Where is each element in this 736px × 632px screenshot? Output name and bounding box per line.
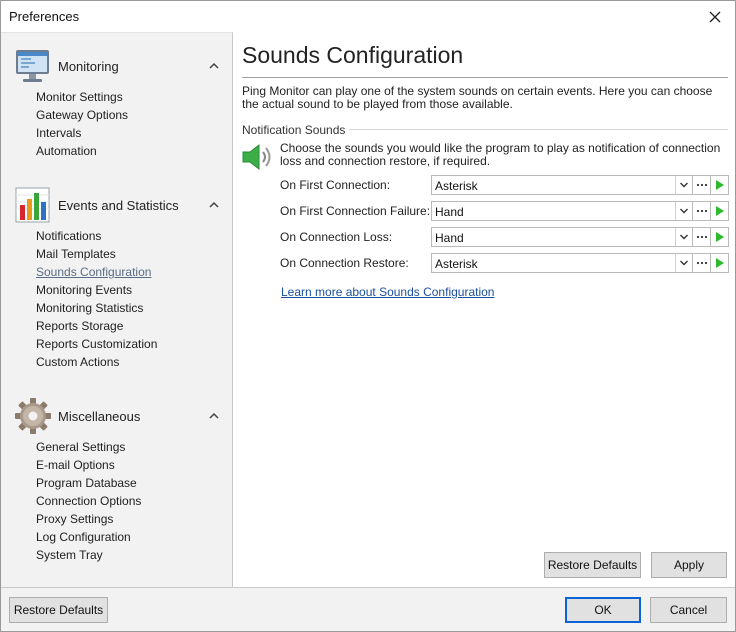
sidebar-item-email-options[interactable]: E-mail Options bbox=[36, 456, 141, 474]
section-label: Notification Sounds bbox=[242, 123, 346, 137]
sidebar-item-reports-storage[interactable]: Reports Storage bbox=[36, 317, 157, 335]
apply-button[interactable]: Apply bbox=[651, 552, 727, 578]
row-label: On First Connection Failure: bbox=[280, 204, 431, 218]
sound-row-connection-restore: On Connection Restore: Asterisk bbox=[280, 253, 729, 274]
sidebar-item-automation[interactable]: Automation bbox=[36, 142, 128, 160]
chevron-up-icon[interactable] bbox=[207, 409, 221, 423]
sidebar-item-monitoring-statistics[interactable]: Monitoring Statistics bbox=[36, 299, 157, 317]
sidebar-item-log-configuration[interactable]: Log Configuration bbox=[36, 528, 141, 546]
close-icon[interactable] bbox=[695, 1, 735, 32]
title-divider bbox=[242, 77, 728, 78]
restore-defaults-button[interactable]: Restore Defaults bbox=[9, 597, 108, 623]
bar-chart-icon bbox=[15, 187, 50, 223]
sidebar-item-notifications[interactable]: Notifications bbox=[36, 227, 157, 245]
page-title: Sounds Configuration bbox=[242, 42, 464, 68]
sidebar-item-program-database[interactable]: Program Database bbox=[36, 474, 141, 492]
title-bar: Preferences bbox=[1, 1, 735, 32]
preferences-window: Preferences Monitoring Monitor Settings … bbox=[0, 0, 736, 632]
dialog-footer: Restore Defaults OK Cancel bbox=[1, 587, 735, 631]
group-label: Monitoring bbox=[58, 58, 119, 74]
section-divider bbox=[349, 129, 728, 130]
chevron-up-icon[interactable] bbox=[207, 198, 221, 212]
sidebar-item-connection-options[interactable]: Connection Options bbox=[36, 492, 141, 510]
row-label: On Connection Restore: bbox=[280, 256, 409, 270]
play-icon[interactable] bbox=[711, 227, 729, 247]
play-icon[interactable] bbox=[711, 201, 729, 221]
restore-defaults-page-button[interactable]: Restore Defaults bbox=[544, 552, 641, 578]
browse-ellipsis-icon[interactable] bbox=[693, 201, 711, 221]
group-events-and-statistics[interactable]: Events and Statistics bbox=[13, 185, 223, 225]
window-title: Preferences bbox=[9, 9, 80, 24]
sidebar: Monitoring Monitor Settings Gateway Opti… bbox=[1, 32, 233, 587]
select-value: Asterisk bbox=[435, 179, 478, 193]
cancel-button[interactable]: Cancel bbox=[650, 597, 727, 623]
intro-text: Ping Monitor can play one of the system … bbox=[242, 84, 713, 111]
sound-select-connection-loss[interactable]: Hand bbox=[431, 227, 693, 247]
group-items-monitoring: Monitor Settings Gateway Options Interva… bbox=[36, 88, 128, 160]
group-monitoring[interactable]: Monitoring bbox=[13, 46, 223, 86]
sound-row-first-connection: On First Connection: Asterisk bbox=[280, 175, 729, 196]
ok-button[interactable]: OK bbox=[565, 597, 641, 623]
learn-more-link[interactable]: Learn more about Sounds Configuration bbox=[281, 285, 494, 299]
description-text: Choose the sounds you would like the pro… bbox=[280, 141, 721, 168]
sidebar-item-mail-templates[interactable]: Mail Templates bbox=[36, 245, 157, 263]
sidebar-item-custom-actions[interactable]: Custom Actions bbox=[36, 353, 157, 371]
play-icon[interactable] bbox=[711, 175, 729, 195]
browse-ellipsis-icon[interactable] bbox=[693, 227, 711, 247]
chevron-down-icon[interactable] bbox=[675, 254, 692, 272]
sidebar-item-monitoring-events[interactable]: Monitoring Events bbox=[36, 281, 157, 299]
select-value: Hand bbox=[435, 231, 464, 245]
sidebar-item-system-tray[interactable]: System Tray bbox=[36, 546, 141, 564]
select-value: Asterisk bbox=[435, 257, 478, 271]
select-value: Hand bbox=[435, 205, 464, 219]
browse-ellipsis-icon[interactable] bbox=[693, 175, 711, 195]
group-label: Miscellaneous bbox=[58, 408, 141, 424]
sound-select-first-connection[interactable]: Asterisk bbox=[431, 175, 693, 195]
gear-icon bbox=[15, 398, 51, 434]
group-miscellaneous[interactable]: Miscellaneous bbox=[13, 396, 223, 436]
main-content: Sounds Configuration Ping Monitor can pl… bbox=[234, 32, 735, 587]
chevron-down-icon[interactable] bbox=[675, 228, 692, 246]
row-label: On First Connection: bbox=[280, 178, 391, 192]
sidebar-item-intervals[interactable]: Intervals bbox=[36, 124, 128, 142]
sound-row-first-connection-failure: On First Connection Failure: Hand bbox=[280, 201, 729, 222]
sound-select-first-connection-failure[interactable]: Hand bbox=[431, 201, 693, 221]
group-items-misc: General Settings E-mail Options Program … bbox=[36, 438, 141, 564]
monitor-icon bbox=[16, 50, 49, 82]
sidebar-item-sounds-configuration[interactable]: Sounds Configuration bbox=[36, 263, 157, 281]
browse-ellipsis-icon[interactable] bbox=[693, 253, 711, 273]
chevron-up-icon[interactable] bbox=[207, 59, 221, 73]
sidebar-item-general-settings[interactable]: General Settings bbox=[36, 438, 141, 456]
play-icon[interactable] bbox=[711, 253, 729, 273]
sound-row-connection-loss: On Connection Loss: Hand bbox=[280, 227, 729, 248]
sound-select-connection-restore[interactable]: Asterisk bbox=[431, 253, 693, 273]
group-label: Events and Statistics bbox=[58, 197, 179, 213]
chevron-down-icon[interactable] bbox=[675, 176, 692, 194]
group-items-events: Notifications Mail Templates Sounds Conf… bbox=[36, 227, 157, 371]
sidebar-item-proxy-settings[interactable]: Proxy Settings bbox=[36, 510, 141, 528]
sidebar-item-reports-customization[interactable]: Reports Customization bbox=[36, 335, 157, 353]
sidebar-item-gateway-options[interactable]: Gateway Options bbox=[36, 106, 128, 124]
speaker-icon bbox=[242, 143, 271, 171]
row-label: On Connection Loss: bbox=[280, 230, 393, 244]
sidebar-item-monitor-settings[interactable]: Monitor Settings bbox=[36, 88, 128, 106]
chevron-down-icon[interactable] bbox=[675, 202, 692, 220]
